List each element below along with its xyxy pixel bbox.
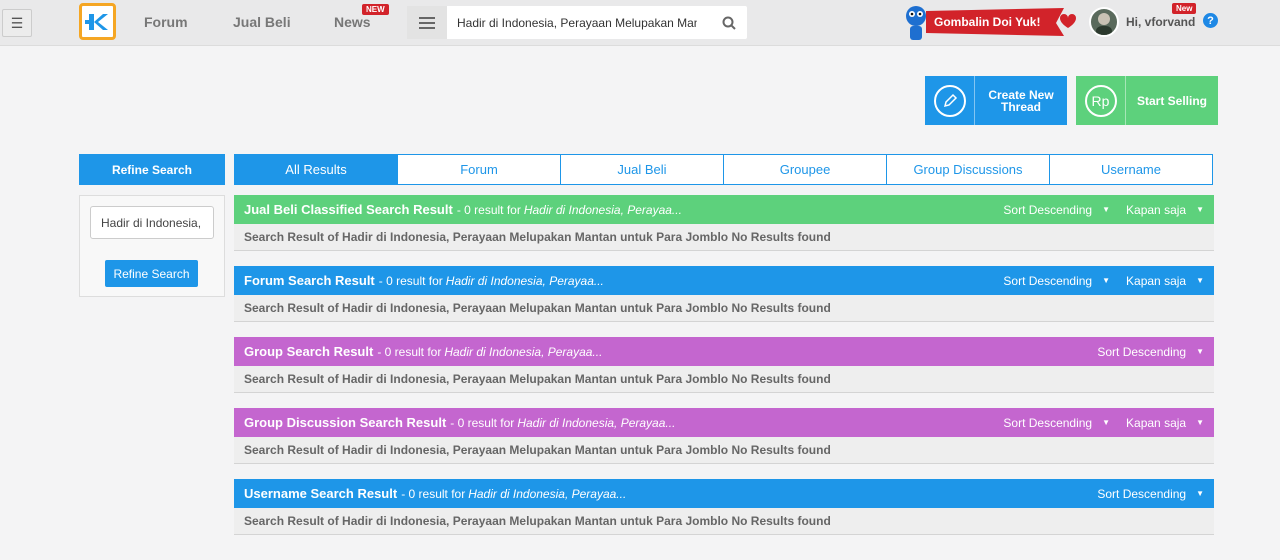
nav-forum-link[interactable]: Forum [144, 14, 188, 30]
section-header: Group Search Result - 0 result for Hadir… [234, 337, 1214, 366]
nav-news-link[interactable]: News [334, 14, 371, 30]
sort-label: Sort Descending [1097, 486, 1187, 501]
time-label: Kapan saja [1126, 415, 1187, 430]
caret-down-icon: ▼ [1196, 418, 1204, 427]
caret-down-icon: ▼ [1196, 489, 1204, 498]
section-count: - 0 result for [401, 486, 466, 501]
section-title: Group Search Result [244, 344, 374, 359]
kaskus-k-icon [84, 13, 108, 30]
username-result-section: Username Search Result - 0 result for Ha… [234, 479, 1214, 535]
section-empty-message: Search Result of Hadir di Indonesia, Per… [234, 224, 1214, 251]
section-empty-message: Search Result of Hadir di Indonesia, Per… [234, 508, 1214, 535]
caret-down-icon: ▼ [1102, 276, 1111, 285]
caret-down-icon: ▼ [1196, 347, 1204, 356]
forum-result-section: Forum Search Result - 0 result for Hadir… [234, 266, 1214, 322]
refine-search-button[interactable]: Refine Search [105, 260, 198, 287]
tab-jual-beli[interactable]: Jual Beli [561, 154, 724, 185]
top-navigation-bar: ☰ Forum Jual Beli News NEW Gombalin Doi … [0, 0, 1280, 46]
sort-dropdown[interactable]: Sort Descending ▼ [1097, 345, 1204, 359]
user-new-badge: New [1172, 3, 1197, 14]
caret-down-icon: ▼ [1102, 205, 1111, 214]
time-label: Kapan saja [1126, 202, 1187, 217]
caret-down-icon: ▼ [1196, 205, 1204, 214]
promo-banner[interactable]: Gombalin Doi Yuk! [892, 2, 1078, 46]
section-header: Forum Search Result - 0 result for Hadir… [234, 266, 1214, 295]
section-query: Hadir di Indonesia, Perayaa... [517, 415, 676, 430]
section-query: Hadir di Indonesia, Perayaa... [468, 486, 627, 501]
create-thread-button[interactable]: Create New Thread [925, 76, 1067, 125]
username-greeting[interactable]: Hi, vforvand [1126, 15, 1195, 29]
section-query: Hadir di Indonesia, Perayaa... [445, 273, 604, 288]
section-count: - 0 result for [378, 273, 443, 288]
start-selling-button[interactable]: Rp Start Selling [1076, 76, 1218, 125]
section-header: Username Search Result - 0 result for Ha… [234, 479, 1214, 508]
refine-search-panel: Refine Search [79, 195, 225, 297]
kaskus-logo[interactable] [79, 3, 116, 40]
start-selling-label: Start Selling [1136, 93, 1207, 108]
nav-jual-beli-link[interactable]: Jual Beli [233, 14, 291, 30]
help-icon[interactable]: ? [1203, 13, 1218, 28]
section-header: Group Discussion Search Result - 0 resul… [234, 408, 1214, 437]
jual-beli-result-section: Jual Beli Classified Search Result - 0 r… [234, 195, 1214, 251]
hamburger-menu-icon[interactable]: ☰ [2, 9, 32, 37]
time-label: Kapan saja [1126, 273, 1187, 288]
search-category-menu-icon[interactable] [407, 6, 447, 39]
sort-label: Sort Descending [1003, 415, 1093, 430]
section-header: Jual Beli Classified Search Result - 0 r… [234, 195, 1214, 224]
tab-all-results[interactable]: All Results [234, 154, 398, 185]
search-bar [407, 6, 747, 39]
section-query: Hadir di Indonesia, Perayaa... [523, 202, 682, 217]
section-count: - 0 result for [450, 415, 515, 430]
refine-search-input[interactable] [90, 206, 214, 239]
time-dropdown[interactable]: Kapan saja ▼ [1126, 416, 1204, 430]
sort-dropdown[interactable]: Sort Descending ▼ [1003, 274, 1110, 288]
section-title: Username Search Result [244, 486, 398, 501]
refine-search-title: Refine Search [79, 154, 225, 185]
sort-label: Sort Descending [1097, 344, 1187, 359]
time-dropdown[interactable]: Kapan saja ▼ [1126, 274, 1204, 288]
section-title: Forum Search Result [244, 273, 375, 288]
rupiah-icon: Rp [1084, 84, 1117, 117]
section-empty-message: Search Result of Hadir di Indonesia, Per… [234, 366, 1214, 393]
tab-groupee[interactable]: Groupee [724, 154, 887, 185]
section-count: - 0 result for [377, 344, 442, 359]
sort-label: Sort Descending [1003, 202, 1093, 217]
section-empty-message: Search Result of Hadir di Indonesia, Per… [234, 437, 1214, 464]
section-title: Jual Beli Classified Search Result [244, 202, 453, 217]
avatar[interactable] [1089, 7, 1119, 37]
promo-text: Gombalin Doi Yuk! [934, 15, 1040, 29]
sort-dropdown[interactable]: Sort Descending ▼ [1097, 487, 1204, 501]
sort-dropdown[interactable]: Sort Descending ▼ [1003, 203, 1110, 217]
section-count: - 0 result for [456, 202, 521, 217]
section-query: Hadir di Indonesia, Perayaa... [444, 344, 603, 359]
search-icon[interactable] [719, 13, 739, 33]
section-empty-message: Search Result of Hadir di Indonesia, Per… [234, 295, 1214, 322]
group-result-section: Group Search Result - 0 result for Hadir… [234, 337, 1214, 393]
sort-label: Sort Descending [1003, 273, 1093, 288]
group-discussion-result-section: Group Discussion Search Result - 0 resul… [234, 408, 1214, 464]
news-new-badge: NEW [362, 4, 389, 15]
pencil-icon [933, 84, 966, 117]
create-thread-label: Create New Thread [988, 87, 1054, 114]
caret-down-icon: ▼ [1196, 276, 1204, 285]
tab-group-discussions[interactable]: Group Discussions [887, 154, 1050, 185]
sort-dropdown[interactable]: Sort Descending ▼ [1003, 416, 1110, 430]
tab-username[interactable]: Username [1050, 154, 1213, 185]
time-dropdown[interactable]: Kapan saja ▼ [1126, 203, 1204, 217]
result-tabs: All Results Forum Jual Beli Groupee Grou… [234, 154, 1213, 185]
tab-forum[interactable]: Forum [398, 154, 561, 185]
section-title: Group Discussion Search Result [244, 415, 447, 430]
search-input[interactable] [457, 13, 697, 33]
caret-down-icon: ▼ [1102, 418, 1111, 427]
